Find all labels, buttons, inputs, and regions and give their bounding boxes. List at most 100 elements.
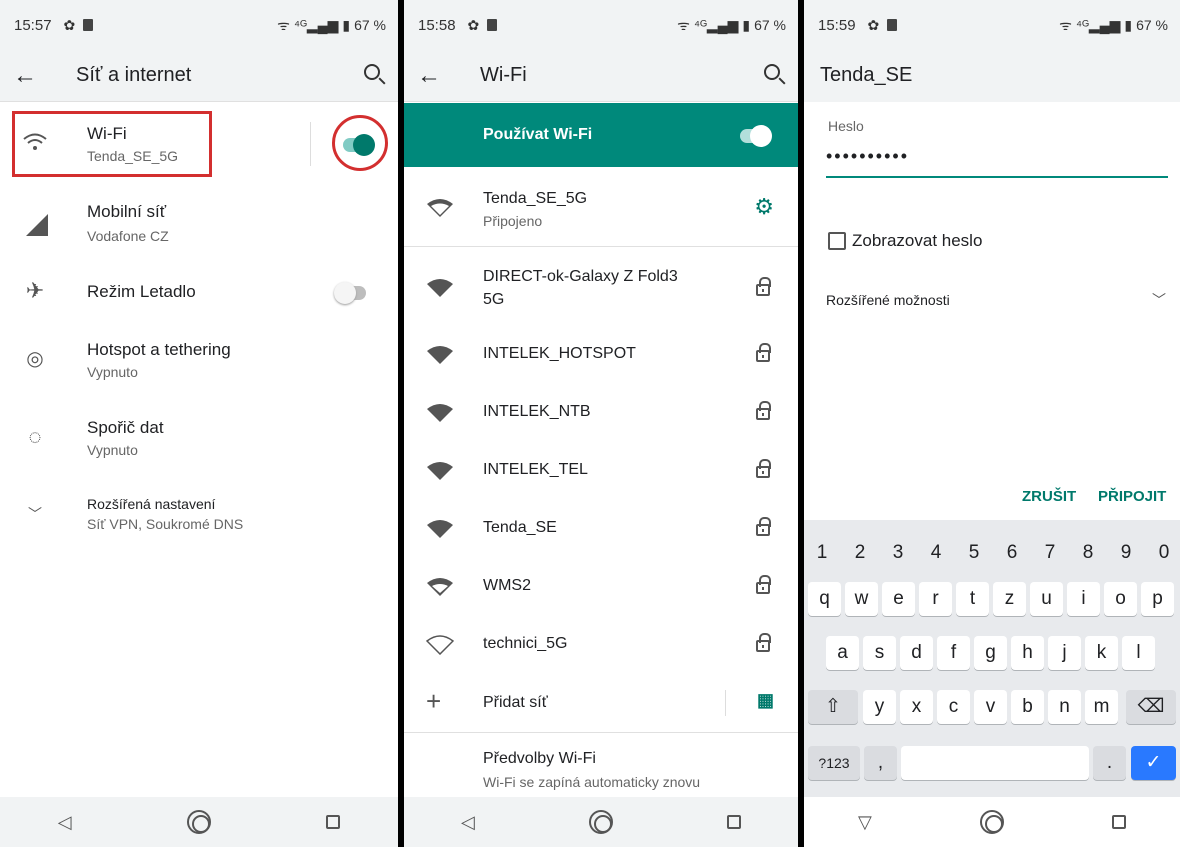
backspace-key-icon[interactable]: ⌫ [1126, 690, 1176, 724]
key-p[interactable]: p [1141, 582, 1174, 616]
search-icon[interactable] [364, 64, 380, 80]
connect-button[interactable]: PŘIPOJIT [1098, 488, 1166, 505]
airplane-toggle[interactable] [334, 282, 366, 304]
network-row[interactable]: INTELEK_NTB [404, 384, 798, 442]
nav-home-icon[interactable] [186, 810, 211, 834]
key-w[interactable]: w [845, 582, 878, 616]
item-subtitle: Vodafone CZ [87, 228, 169, 244]
key-a[interactable]: a [826, 636, 859, 670]
list-item-mobile[interactable]: Mobilní síť Vodafone CZ [0, 190, 398, 256]
key-j[interactable]: j [1048, 636, 1081, 670]
clock: 15:58 [418, 16, 456, 34]
wifi-status-icon: ᯤ [1059, 16, 1072, 33]
item-title: Mobilní síť [87, 202, 167, 221]
key-b[interactable]: b [1011, 690, 1044, 724]
divider [725, 690, 726, 716]
key-g[interactable]: g [974, 636, 1007, 670]
back-arrow-icon[interactable]: ← [404, 62, 454, 90]
nav-home-icon[interactable] [979, 810, 1004, 834]
network-name: DIRECT-ok-Galaxy Z Fold3 [483, 268, 678, 285]
list-item-advanced[interactable]: ﹀ Rozšířená nastavení Síť VPN, Soukromé … [0, 486, 398, 550]
key-2[interactable]: 2 [850, 542, 870, 564]
wifi-preferences-row[interactable]: Předvolby Wi-Fi Wi-Fi se zapíná automati… [404, 742, 798, 800]
key-x[interactable]: x [900, 690, 933, 724]
nav-recents-icon[interactable] [326, 815, 341, 829]
nav-home-icon[interactable] [588, 810, 613, 834]
key-3[interactable]: 3 [888, 542, 908, 564]
use-wifi-bar[interactable]: Používat Wi-Fi [404, 103, 798, 167]
key-y[interactable]: y [863, 690, 896, 724]
search-icon[interactable] [764, 64, 780, 80]
shift-key-icon[interactable]: ⇧ [808, 690, 858, 724]
key-e[interactable]: e [882, 582, 915, 616]
symbols-key[interactable]: ?123 [808, 746, 860, 780]
key-z[interactable]: z [993, 582, 1026, 616]
key-1[interactable]: 1 [812, 542, 832, 564]
battery-icon: ▮ [742, 16, 751, 33]
key-h[interactable]: h [1011, 636, 1044, 670]
chevron-down-icon[interactable]: ﹀ [1152, 290, 1166, 310]
key-m[interactable]: m [1085, 690, 1118, 724]
password-input[interactable]: •••••••••• [826, 140, 1168, 178]
divider [404, 732, 798, 733]
dialog-header: Tenda_SE [804, 50, 1180, 102]
key-q[interactable]: q [808, 582, 841, 616]
key-6[interactable]: 6 [1002, 542, 1022, 564]
qr-code-icon[interactable]: ▦ [757, 690, 774, 711]
network-row[interactable]: INTELEK_HOTSPOT [404, 326, 798, 384]
key-c[interactable]: c [937, 690, 970, 724]
key-9[interactable]: 9 [1116, 542, 1136, 564]
cancel-button[interactable]: ZRUŠIT [1022, 488, 1076, 505]
back-arrow-icon[interactable]: ← [0, 62, 50, 90]
network-row[interactable]: technici_5G [404, 616, 798, 674]
key-o[interactable]: o [1104, 582, 1137, 616]
key-r[interactable]: r [919, 582, 952, 616]
key-k[interactable]: k [1085, 636, 1118, 670]
key-u[interactable]: u [1030, 582, 1063, 616]
nav-back-icon[interactable]: ◁ [461, 812, 475, 833]
key-v[interactable]: v [974, 690, 1007, 724]
page-title: Wi-Fi [480, 64, 527, 86]
key-t[interactable]: t [956, 582, 989, 616]
key-i[interactable]: i [1067, 582, 1100, 616]
key-f[interactable]: f [937, 636, 970, 670]
highlight-rect [12, 111, 212, 177]
status-bar: 15:58 ✿ ᯤ ⁴ᴳ▂▄▆ ▮ 67 % [404, 0, 798, 50]
key-d[interactable]: d [900, 636, 933, 670]
space-key[interactable] [901, 746, 1089, 780]
wifi-signal-icon [427, 520, 453, 538]
nav-back-icon[interactable]: ◁ [58, 812, 72, 833]
show-password-checkbox[interactable] [828, 232, 846, 250]
item-subtitle: Síť VPN, Soukromé DNS [87, 516, 244, 532]
page-title: Síť a internet [76, 64, 192, 86]
enter-check-icon[interactable]: ✓ [1131, 746, 1176, 780]
period-key[interactable]: . [1093, 746, 1126, 780]
nav-back-icon[interactable]: ▽ [858, 812, 872, 833]
key-5[interactable]: 5 [964, 542, 984, 564]
settings-gear-icon[interactable]: ⚙ [754, 194, 774, 220]
network-row[interactable]: DIRECT-ok-Galaxy Z Fold3 5G [404, 258, 798, 316]
key-7[interactable]: 7 [1040, 542, 1060, 564]
key-n[interactable]: n [1048, 690, 1081, 724]
key-s[interactable]: s [863, 636, 896, 670]
key-0[interactable]: 0 [1154, 542, 1174, 564]
network-row[interactable]: Tenda_SE_5G Připojeno ⚙ [404, 180, 798, 238]
list-item-airplane[interactable]: ✈ Režim Letadlo [0, 268, 398, 318]
list-item-hotspot[interactable]: ◎ Hotspot a tethering Vypnuto [0, 330, 398, 394]
network-name-cont: 5G [483, 291, 505, 308]
network-row[interactable]: WMS2 [404, 558, 798, 616]
signal-icon: ⁴ᴳ▂▄▆ [293, 16, 339, 33]
nav-recents-icon[interactable] [1111, 815, 1126, 829]
list-item-datasaver[interactable]: ◌ Spořič dat Vypnuto [0, 408, 398, 472]
comma-key[interactable]: , [864, 746, 897, 780]
nav-recents-icon[interactable] [726, 815, 741, 829]
network-row[interactable]: Tenda_SE [404, 500, 798, 558]
add-network-row[interactable]: + Přidat síť ▦ [404, 674, 798, 732]
network-row[interactable]: INTELEK_TEL [404, 442, 798, 500]
advanced-options-label[interactable]: Rozšířené možnosti [826, 292, 950, 308]
use-wifi-toggle[interactable] [740, 125, 772, 147]
key-l[interactable]: l [1122, 636, 1155, 670]
prefs-title: Předvolby Wi-Fi [483, 750, 596, 767]
key-8[interactable]: 8 [1078, 542, 1098, 564]
key-4[interactable]: 4 [926, 542, 946, 564]
